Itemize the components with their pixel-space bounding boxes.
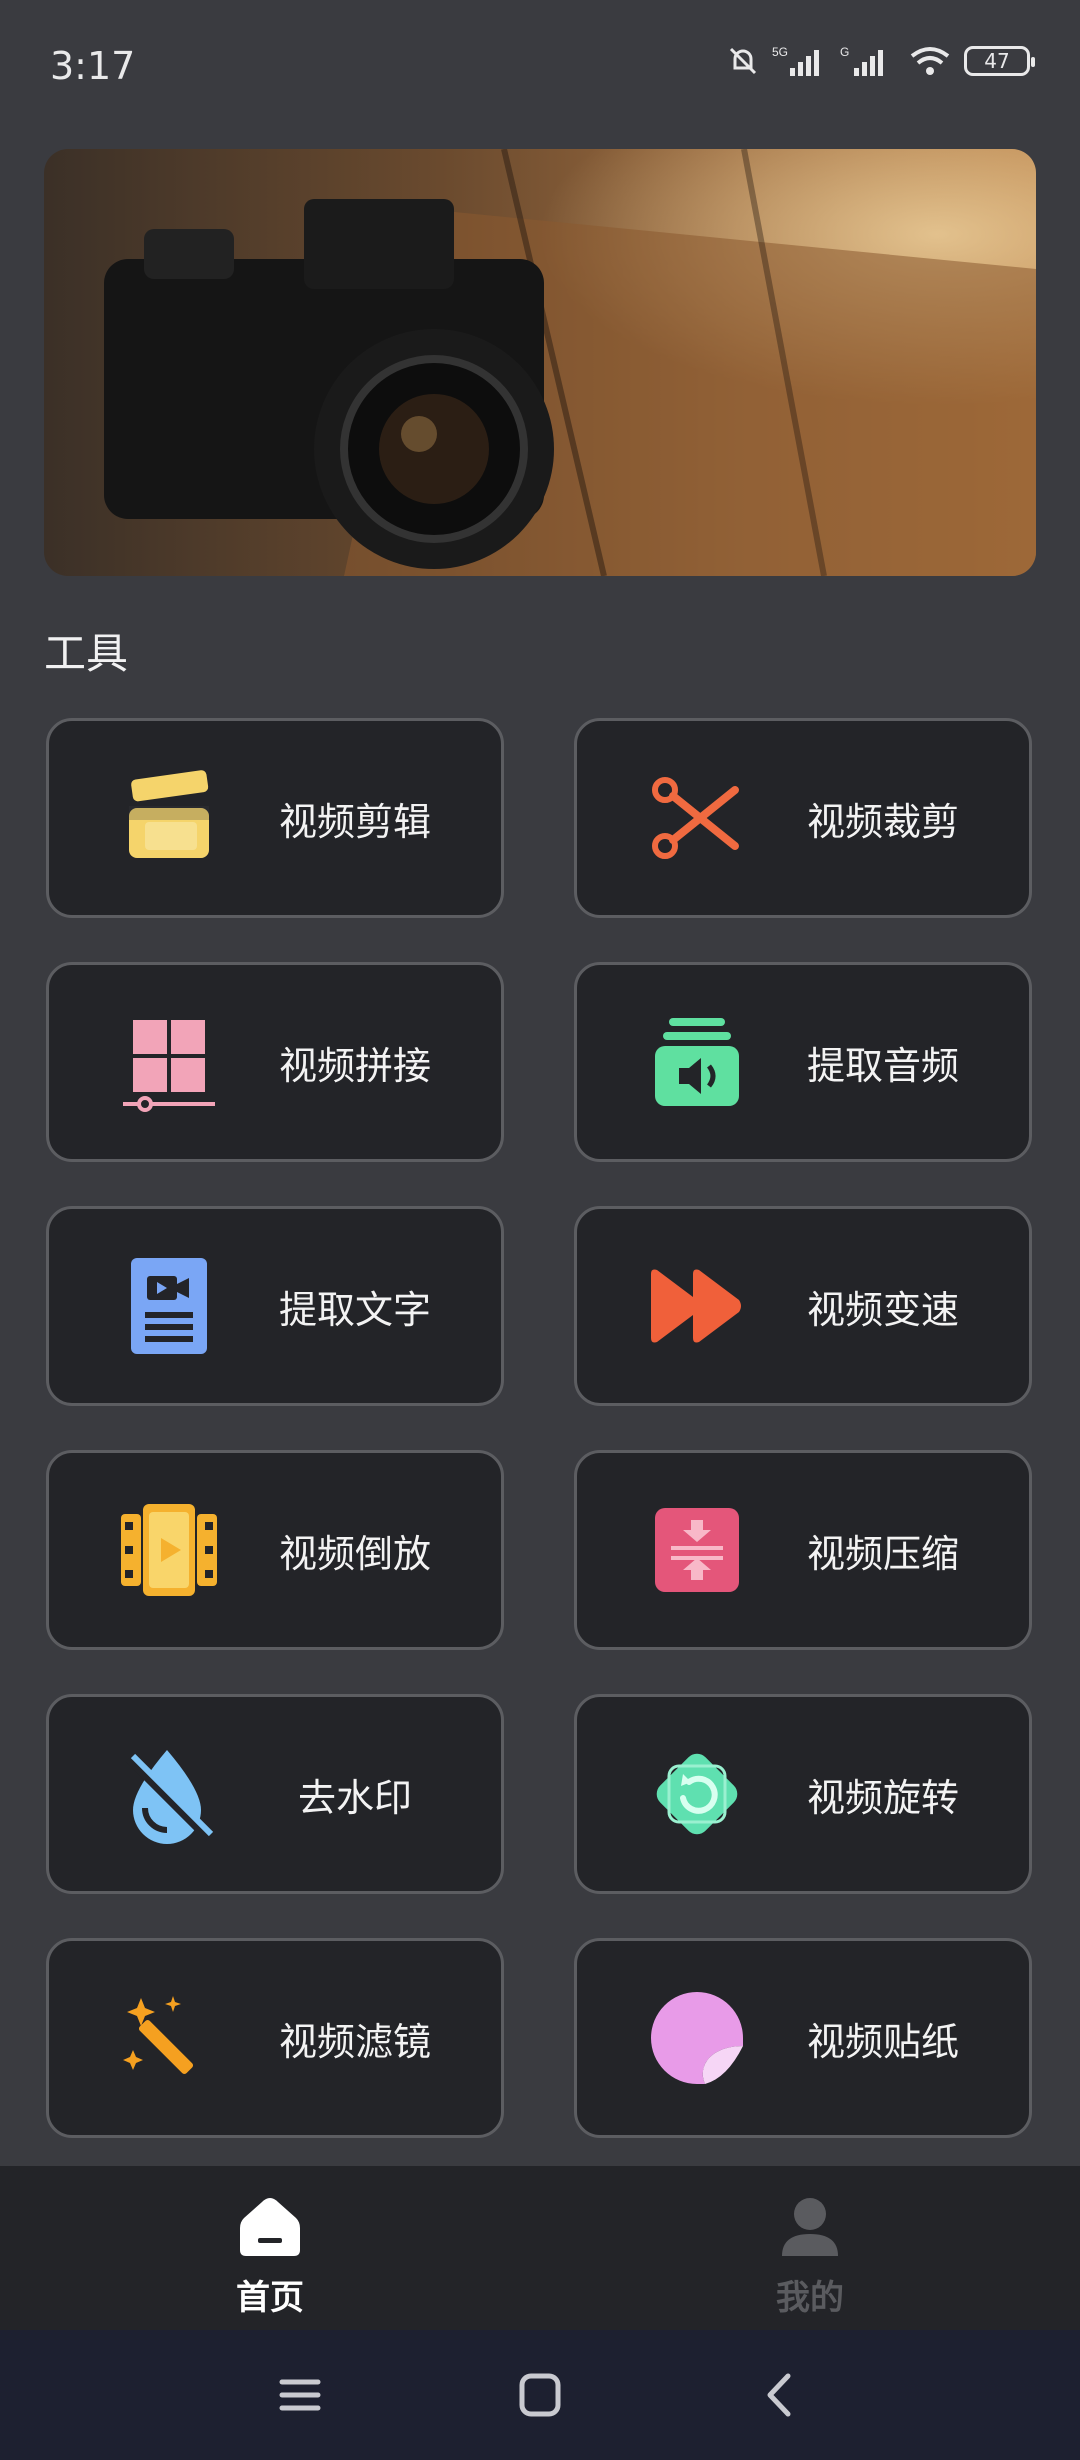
- tool-card-video-crop[interactable]: 视频裁剪: [574, 718, 1032, 918]
- tool-label: 视频旋转: [806, 1775, 959, 1820]
- home-icon: [240, 2198, 300, 2256]
- banner-image[interactable]: [44, 149, 1036, 576]
- bell-muted-icon: [729, 47, 757, 75]
- tool-card-video-edit[interactable]: 视频剪辑: [46, 718, 504, 918]
- fast-forward-icon: [651, 1269, 741, 1343]
- clapperboard-icon: [129, 770, 209, 858]
- status-time: 3:17: [50, 44, 136, 88]
- compress-icon: [655, 1508, 739, 1592]
- back-icon[interactable]: [750, 2370, 810, 2420]
- system-nav-bar: [0, 2330, 1080, 2460]
- merge-grid-icon: [123, 1020, 215, 1112]
- svg-text:5G: 5G: [772, 45, 788, 59]
- battery-indicator: 47: [964, 46, 1035, 76]
- tool-card-extract-audio[interactable]: 提取音频: [574, 962, 1032, 1162]
- reverse-play-icon: [121, 1504, 217, 1596]
- tool-label: 视频裁剪: [806, 799, 959, 844]
- tool-label: 视频剪辑: [278, 799, 431, 844]
- tool-label: 视频滤镜: [278, 2019, 431, 2064]
- scissors-icon: [652, 777, 739, 859]
- home-square-icon[interactable]: [510, 2370, 570, 2420]
- user-icon: [782, 2198, 838, 2256]
- nav-mine-label: 我的: [776, 2278, 844, 2318]
- menu-icon[interactable]: [270, 2370, 330, 2420]
- nav-home[interactable]: 首页: [170, 2196, 370, 2319]
- status-icons: 5G G 47: [726, 44, 1035, 78]
- tool-card-video-sticker[interactable]: 视频贴纸: [574, 1938, 1032, 2138]
- wifi-icon: [910, 47, 950, 75]
- text-document-icon: [131, 1258, 207, 1354]
- tool-label: 提取音频: [806, 1043, 959, 1088]
- status-bar: 3:17 5G G 47: [0, 0, 1080, 135]
- svg-text:G: G: [840, 45, 849, 59]
- tool-label: 去水印: [297, 1775, 412, 1820]
- tool-label: 视频压缩: [806, 1531, 959, 1576]
- camera-photo: [44, 149, 1036, 576]
- signal-g-icon: G: [840, 45, 883, 76]
- tool-card-extract-text[interactable]: 提取文字: [46, 1206, 504, 1406]
- nav-mine[interactable]: 我的: [710, 2196, 910, 2319]
- tool-card-video-speed[interactable]: 视频变速: [574, 1206, 1032, 1406]
- tool-label: 视频变速: [806, 1287, 959, 1332]
- tool-card-video-rotate[interactable]: 视频旋转: [574, 1694, 1032, 1894]
- sticker-icon: [651, 1992, 743, 2084]
- bottom-nav: 首页 我的: [0, 2166, 1080, 2330]
- tool-card-remove-watermark[interactable]: 去水印: [46, 1694, 504, 1894]
- tool-card-video-reverse[interactable]: 视频倒放: [46, 1450, 504, 1650]
- section-title: 工具: [44, 629, 129, 678]
- tool-card-video-compress[interactable]: 视频压缩: [574, 1450, 1032, 1650]
- tool-label: 视频倒放: [278, 1531, 431, 1576]
- audio-extract-icon: [655, 1018, 739, 1106]
- tool-label: 视频贴纸: [806, 2019, 959, 2064]
- magic-wand-icon: [123, 1996, 194, 2075]
- tool-label: 视频拼接: [278, 1043, 431, 1088]
- watermark-remove-icon: [125, 1750, 214, 1844]
- tool-card-video-filter[interactable]: 视频滤镜: [46, 1938, 504, 2138]
- nav-home-label: 首页: [236, 2278, 304, 2318]
- tool-card-video-merge[interactable]: 视频拼接: [46, 962, 504, 1162]
- tool-label: 提取文字: [278, 1287, 431, 1332]
- rotate-icon: [656, 1753, 738, 1835]
- signal-5g-icon: 5G: [772, 45, 819, 76]
